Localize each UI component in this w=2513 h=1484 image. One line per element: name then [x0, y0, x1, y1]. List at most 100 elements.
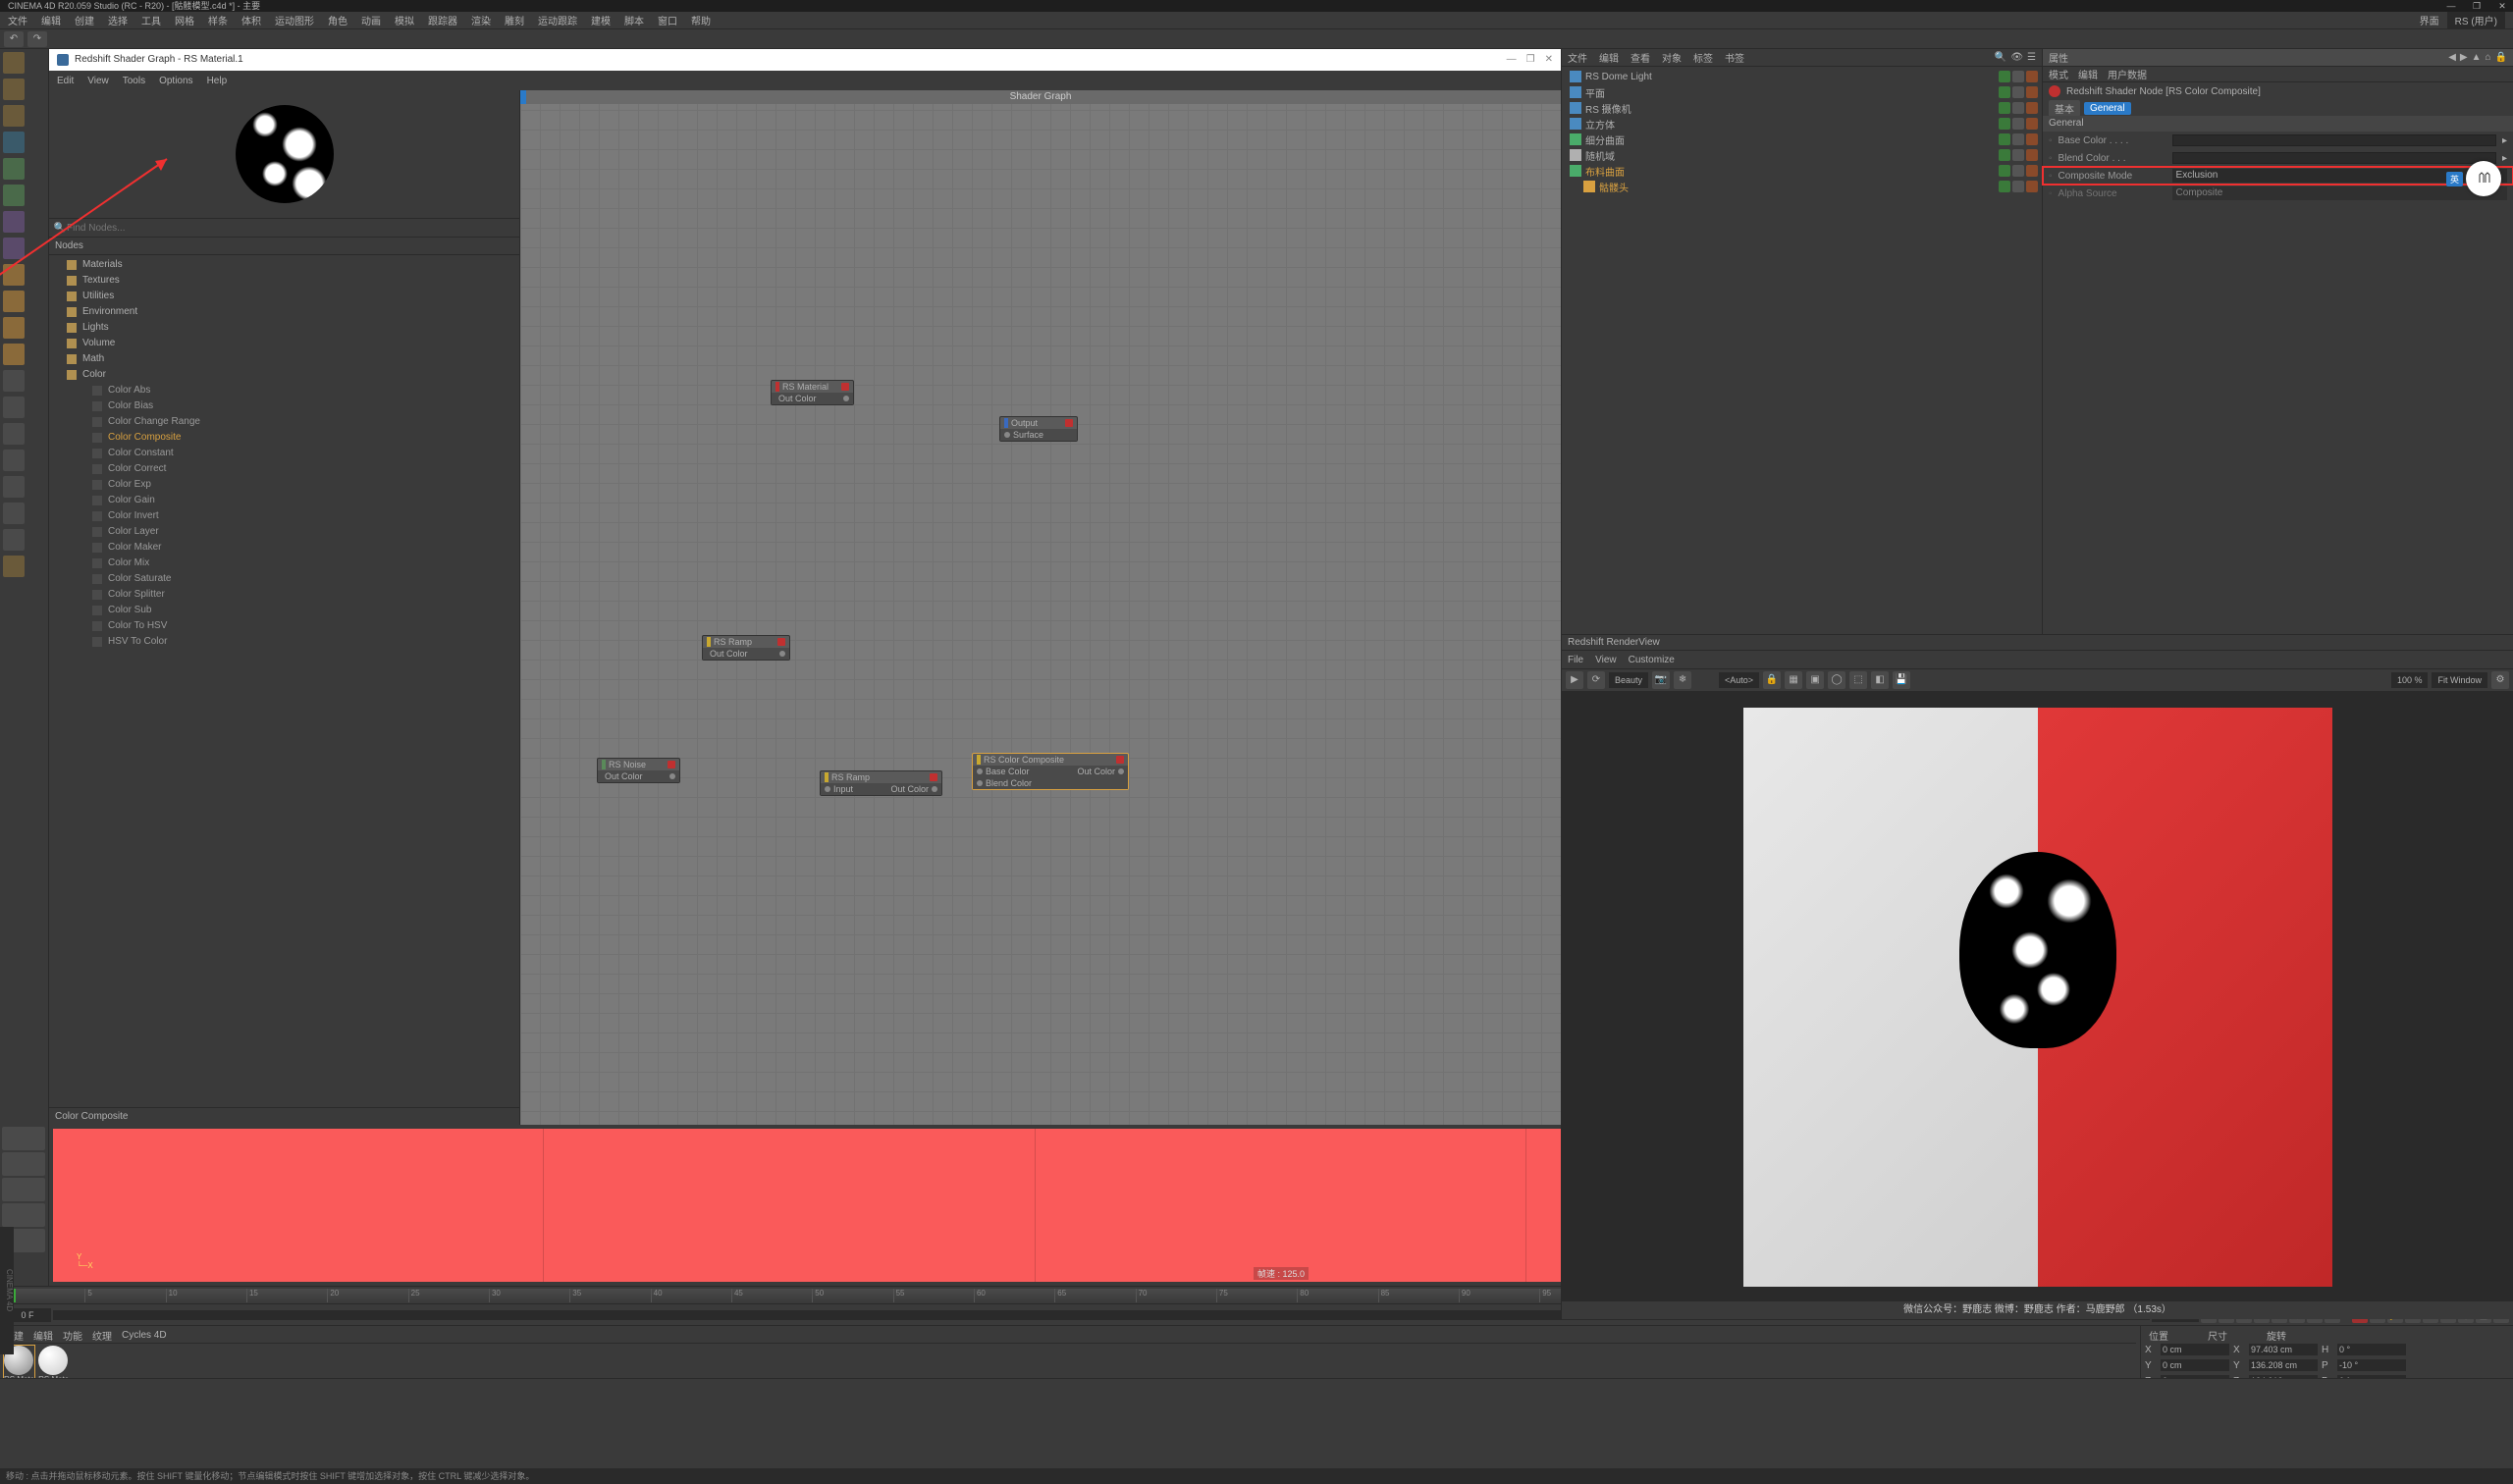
rv-zoom-field[interactable]: 100 % [2391, 672, 2429, 688]
tree-category[interactable]: Textures [49, 273, 519, 289]
menu-item[interactable]: Edit [57, 76, 74, 86]
menu-item[interactable]: 网格 [175, 13, 194, 27]
tree-category[interactable]: Environment [49, 304, 519, 320]
tag-icon[interactable] [2026, 102, 2038, 114]
color-picker-icon[interactable]: ▸ [2502, 153, 2507, 164]
attr-nav-back-icon[interactable]: ◀ [2448, 52, 2456, 63]
menu-item[interactable]: 工具 [141, 13, 161, 27]
tag-icon[interactable] [2012, 149, 2024, 161]
menu-item[interactable]: 标签 [1693, 50, 1713, 65]
menu-item[interactable]: 编辑 [41, 13, 61, 27]
shader-window-minimize[interactable]: — [1507, 49, 1517, 71]
tool-primitive-icon[interactable] [3, 79, 25, 100]
attr-nav-up-icon[interactable]: ▲ [2472, 52, 2482, 63]
menu-item[interactable]: 编辑 [1599, 50, 1619, 65]
visibility-tag-icon[interactable] [1999, 181, 2010, 192]
menu-item[interactable]: 文件 [1568, 50, 1587, 65]
menu-item[interactable]: 运动跟踪 [538, 13, 577, 27]
base-color-field[interactable] [2172, 134, 2496, 146]
param-anim-icon[interactable]: ◦ [2049, 188, 2053, 199]
tool-rotate-icon[interactable] [3, 344, 25, 365]
rv-auto-dropdown[interactable]: <Auto> [1719, 672, 1759, 688]
attr-mode-tab[interactable]: 模式 [2049, 67, 2068, 81]
om-search-icon[interactable]: 🔍 [1995, 52, 2006, 63]
attr-lock-icon[interactable]: 🔒 [2495, 52, 2507, 63]
menu-item[interactable]: 查看 [1631, 50, 1650, 65]
pos-x-field[interactable]: 0 cm [2161, 1344, 2229, 1355]
rv-save-icon[interactable]: 💾 [1893, 671, 1910, 689]
material-tab[interactable]: 功能 [63, 1328, 82, 1343]
node-rs-ramp-1[interactable]: RS Ramp Out Color [702, 635, 790, 661]
om-eye-icon[interactable]: 👁 [2010, 52, 2023, 63]
input-port[interactable] [825, 786, 830, 792]
shader-window-close[interactable]: ✕ [1545, 49, 1553, 71]
size-x-field[interactable]: 97.403 cm [2249, 1344, 2318, 1355]
menu-item[interactable]: 样条 [208, 13, 228, 27]
rv-freeze-icon[interactable]: ❄ [1674, 671, 1691, 689]
window-maximize-button[interactable]: ❐ [2470, 0, 2484, 12]
visibility-tag-icon[interactable] [1999, 102, 2010, 114]
tree-item[interactable]: Color Change Range [49, 414, 519, 430]
menu-item[interactable]: 文件 [8, 13, 27, 27]
menu-item[interactable]: View [1595, 655, 1617, 665]
rv-aov-dropdown[interactable]: Beauty [1609, 672, 1648, 688]
tool-cube-icon[interactable] [3, 52, 25, 74]
tree-item[interactable]: Color Mix [49, 556, 519, 571]
rv-bucket-icon[interactable]: ◯ [1828, 671, 1845, 689]
redo-button[interactable]: ↷ [27, 31, 47, 47]
tool-generator-icon[interactable] [3, 158, 25, 180]
size-y-field[interactable]: 136.208 cm [2249, 1359, 2318, 1371]
rv-render-icon[interactable]: ▶ [1566, 671, 1583, 689]
tag-icon[interactable] [2026, 133, 2038, 145]
undo-button[interactable]: ↶ [4, 31, 24, 47]
tag-icon[interactable] [2012, 102, 2024, 114]
tag-icon[interactable] [2026, 149, 2038, 161]
menu-item[interactable]: 建模 [591, 13, 611, 27]
menu-item[interactable]: 脚本 [624, 13, 644, 27]
visibility-tag-icon[interactable] [1999, 71, 2010, 82]
param-anim-icon[interactable]: ◦ [2049, 135, 2053, 146]
rv-fit-dropdown[interactable]: Fit Window [2432, 672, 2487, 688]
material-tab[interactable]: 纹理 [92, 1328, 112, 1343]
tree-item[interactable]: Color Sub [49, 603, 519, 618]
output-port[interactable] [669, 773, 675, 779]
ime-indicator[interactable]: 英 [2466, 161, 2501, 196]
visibility-tag-icon[interactable] [1999, 133, 2010, 145]
tree-item[interactable]: HSV To Color [49, 634, 519, 650]
output-port[interactable] [932, 786, 937, 792]
tool-move-icon[interactable] [3, 291, 25, 312]
tree-category[interactable]: Color [49, 367, 519, 383]
tag-icon[interactable] [2012, 86, 2024, 98]
object-row[interactable]: 平面 [1566, 84, 2038, 100]
renderview-canvas[interactable] [1562, 692, 2513, 1301]
tree-item[interactable]: Color Splitter [49, 587, 519, 603]
tool-misc6-icon[interactable] [3, 503, 25, 524]
tool-misc4-icon[interactable] [3, 450, 25, 471]
tree-item[interactable]: Color To HSV [49, 618, 519, 634]
tool-light-icon[interactable] [3, 238, 25, 259]
visibility-tag-icon[interactable] [1999, 118, 2010, 130]
tag-icon[interactable] [2026, 181, 2038, 192]
vp-tool-icon[interactable] [2, 1152, 45, 1176]
tree-item[interactable]: Color Invert [49, 508, 519, 524]
rot-p-field[interactable]: -10 ° [2337, 1359, 2406, 1371]
menu-item[interactable]: 模拟 [395, 13, 414, 27]
menu-item[interactable]: 角色 [328, 13, 348, 27]
tree-category[interactable]: Math [49, 351, 519, 367]
tool-selection-icon[interactable] [3, 264, 25, 286]
blend-color-field[interactable] [2172, 152, 2496, 164]
menu-item[interactable]: Options [159, 76, 192, 86]
node-rs-noise[interactable]: RS Noise Out Color [597, 758, 680, 783]
tag-icon[interactable] [2026, 71, 2038, 82]
object-row[interactable]: 随机域 [1566, 147, 2038, 163]
attr-mode-tab[interactable]: 用户数据 [2108, 67, 2147, 81]
output-port[interactable] [843, 396, 849, 401]
tool-camera-icon[interactable] [3, 211, 25, 233]
menu-item[interactable]: Customize [1629, 655, 1675, 665]
vp-tool-icon[interactable] [2, 1178, 45, 1201]
object-row[interactable]: 细分曲面 [1566, 132, 2038, 147]
tool-misc-icon[interactable] [3, 370, 25, 392]
menu-item[interactable]: File [1568, 655, 1583, 665]
visibility-tag-icon[interactable] [1999, 149, 2010, 161]
tree-item[interactable]: Color Composite [49, 430, 519, 446]
